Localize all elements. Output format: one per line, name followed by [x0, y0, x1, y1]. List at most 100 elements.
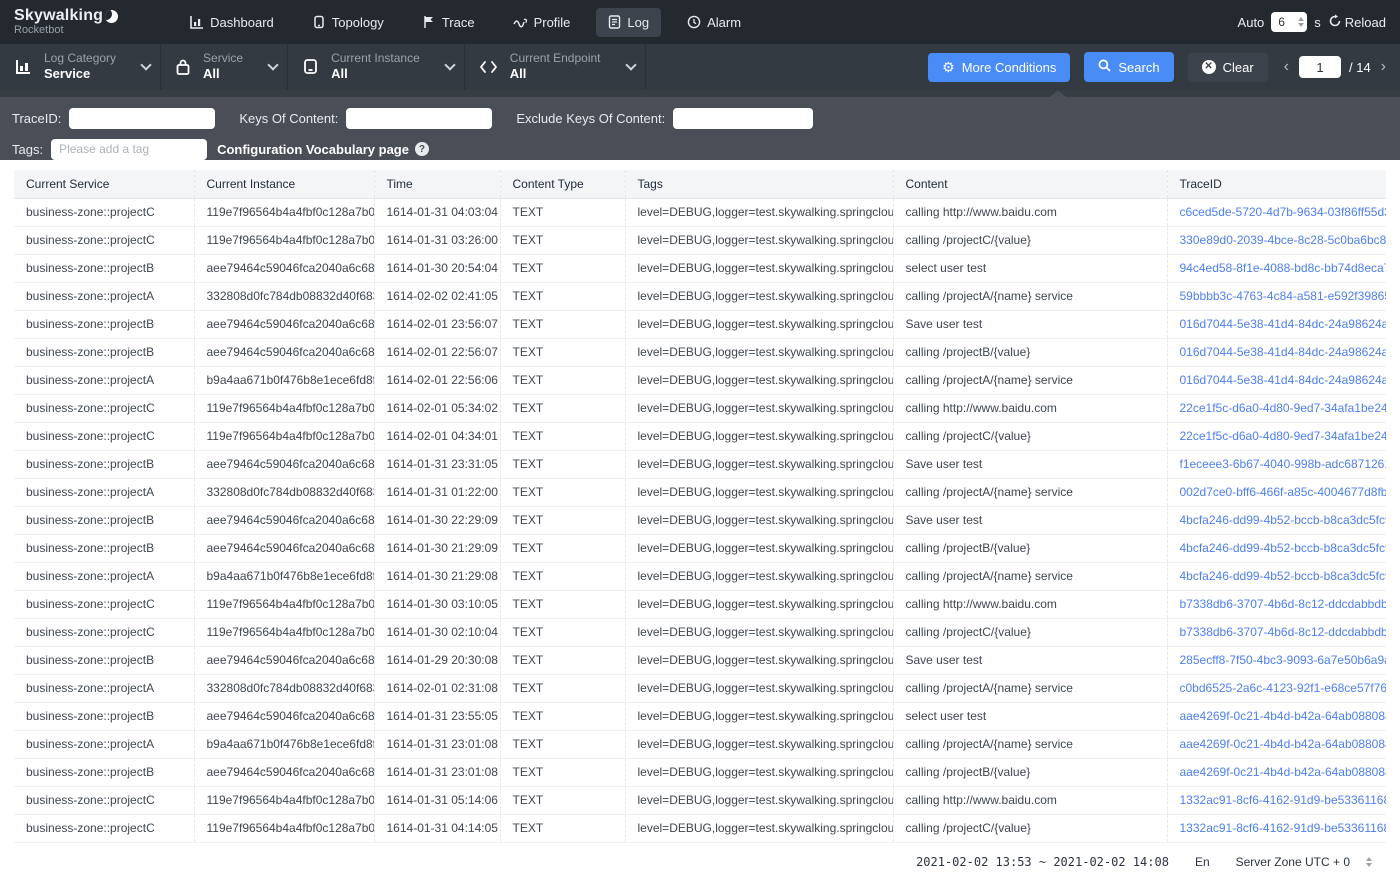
server-zone-control[interactable]: Server Zone UTC + 0 — [1236, 855, 1372, 869]
cell-tags: level=DEBUG,logger=test.skywalking.sprin… — [625, 394, 893, 422]
cell-trace-id[interactable]: 22ce1f5c-d6a0-4d80-9ed7-34afa1be2490 — [1167, 394, 1386, 422]
cell-trace-id[interactable]: f1eceee3-6b67-4040-998b-adc6871261c1 — [1167, 450, 1386, 478]
cell-time: 1614-02-01 22:56:06 — [374, 366, 500, 394]
cell-trace-id[interactable]: b7338db6-3707-4b6d-8c12-ddcdabbdb45a — [1167, 590, 1386, 618]
cell-trace-id[interactable]: 1332ac91-8cf6-4162-91d9-be53361168a9 — [1167, 786, 1386, 814]
nav-item-dashboard[interactable]: Dashboard — [178, 8, 286, 37]
column-header: Time — [374, 170, 500, 198]
cell-content-type: TEXT — [500, 786, 625, 814]
table-row[interactable]: business-zone::projectC119e7f96564b4a4fb… — [14, 226, 1386, 254]
nav-item-trace[interactable]: Trace — [410, 8, 487, 37]
reload-button[interactable]: Reload — [1328, 14, 1386, 31]
cell-content-type: TEXT — [500, 254, 625, 282]
exclude-keys-of-content-input[interactable] — [673, 108, 813, 129]
table-row[interactable]: business-zone::projectBaee79464c59046fca… — [14, 534, 1386, 562]
table-row[interactable]: business-zone::projectA332808d0fc784db08… — [14, 674, 1386, 702]
table-row[interactable]: business-zone::projectC119e7f96564b4a4fb… — [14, 422, 1386, 450]
trace-id-input[interactable] — [69, 108, 215, 129]
cell-content-type: TEXT — [500, 394, 625, 422]
cell-time: 1614-02-01 23:56:07 — [374, 310, 500, 338]
cell-trace-id[interactable]: 4bcfa246-dd99-4b52-bccb-b8ca3dc5fc94 — [1167, 534, 1386, 562]
cell-trace-id[interactable]: 4bcfa246-dd99-4b52-bccb-b8ca3dc5fc94 — [1167, 562, 1386, 590]
selector-label: Current Instance — [331, 51, 420, 66]
table-row[interactable]: business-zone::projectC119e7f96564b4a4fb… — [14, 394, 1386, 422]
cell-trace-id[interactable]: 330e89d0-2039-4bce-8c28-5c0ba6bc8ce7 — [1167, 226, 1386, 254]
server-zone-stepper[interactable] — [1366, 857, 1372, 867]
search-button[interactable]: Search — [1084, 52, 1173, 82]
table-row[interactable]: business-zone::projectC119e7f96564b4a4fb… — [14, 786, 1386, 814]
nav-item-profile[interactable]: Profile — [501, 8, 583, 37]
keys-of-content-input[interactable] — [346, 108, 492, 129]
cell-trace-id[interactable]: 59bbbb3c-4763-4c84-a581-e592f39865bd — [1167, 282, 1386, 310]
cell-trace-id[interactable]: 4bcfa246-dd99-4b52-bccb-b8ca3dc5fc94 — [1167, 506, 1386, 534]
cell-trace-id[interactable]: 94c4ed58-8f1e-4088-bd8c-bb74d8eca703 — [1167, 254, 1386, 282]
more-conditions-button[interactable]: ⚙ More Conditions — [928, 53, 1070, 82]
auto-interval-stepper[interactable] — [1298, 17, 1304, 27]
cell-trace-id[interactable]: 22ce1f5c-d6a0-4d80-9ed7-34afa1be2490 — [1167, 422, 1386, 450]
cell-trace-id[interactable]: 1332ac91-8cf6-4162-91d9-be53361168a9 — [1167, 814, 1386, 842]
cell-instance: 119e7f96564b4a4fbf0c128a7b0... — [194, 226, 374, 254]
cell-tags: level=DEBUG,logger=test.skywalking.sprin… — [625, 814, 893, 842]
table-row[interactable]: business-zone::projectC119e7f96564b4a4fb… — [14, 198, 1386, 226]
pagination: ‹ 1 / 14 › — [1282, 56, 1388, 78]
chevron-down-icon — [444, 59, 455, 70]
table-row[interactable]: business-zone::projectC119e7f96564b4a4fb… — [14, 618, 1386, 646]
nav-item-alarm[interactable]: Alarm — [675, 8, 753, 37]
help-icon[interactable]: ? — [415, 142, 429, 156]
cell-trace-id[interactable]: 016d7044-5e38-41d4-84dc-24a98624a30e — [1167, 310, 1386, 338]
cell-trace-id[interactable]: 016d7044-5e38-41d4-84dc-24a98624a30e — [1167, 366, 1386, 394]
table-row[interactable]: business-zone::projectBaee79464c59046fca… — [14, 506, 1386, 534]
cell-trace-id[interactable]: b7338db6-3707-4b6d-8c12-ddcdabbdb45a — [1167, 618, 1386, 646]
table-row[interactable]: business-zone::projectAb9a4aa671b0f476b8… — [14, 730, 1386, 758]
table-row[interactable]: business-zone::projectC119e7f96564b4a4fb… — [14, 590, 1386, 618]
selector-label: Current Endpoint — [510, 51, 601, 66]
auto-interval-input[interactable]: 6 — [1271, 12, 1307, 32]
table-row[interactable]: business-zone::projectBaee79464c59046fca… — [14, 646, 1386, 674]
table-row[interactable]: business-zone::projectAb9a4aa671b0f476b8… — [14, 366, 1386, 394]
language-switcher[interactable]: En — [1195, 855, 1210, 869]
time-range-picker[interactable]: 2021-02-02 13:53 ~ 2021-02-02 14:08 — [916, 855, 1169, 869]
nav-item-topology[interactable]: Topology — [300, 8, 396, 37]
cell-trace-id[interactable]: aae4269f-0c21-4b4d-b42a-64ab08808ac8 — [1167, 702, 1386, 730]
table-row[interactable]: business-zone::projectBaee79464c59046fca… — [14, 338, 1386, 366]
cell-content: select user test — [893, 702, 1167, 730]
tags-input[interactable] — [51, 139, 207, 160]
cell-content: Save user test — [893, 646, 1167, 674]
table-row[interactable]: business-zone::projectBaee79464c59046fca… — [14, 450, 1386, 478]
current-instance-selector[interactable]: Current Instance All — [288, 44, 465, 90]
cell-trace-id[interactable]: c0bd6525-2a6c-4123-92f1-e68ce57f767d — [1167, 674, 1386, 702]
cell-time: 1614-01-30 20:54:04 — [374, 254, 500, 282]
nav-item-label: Log — [627, 15, 649, 30]
prev-page-button[interactable]: ‹ — [1282, 58, 1291, 76]
table-row[interactable]: business-zone::projectAb9a4aa671b0f476b8… — [14, 562, 1386, 590]
current-endpoint-selector[interactable]: Current Endpoint All — [465, 44, 646, 90]
table-row[interactable]: business-zone::projectA332808d0fc784db08… — [14, 478, 1386, 506]
cell-trace-id[interactable]: aae4269f-0c21-4b4d-b42a-64ab08808ac8 — [1167, 758, 1386, 786]
selector-label: Log Category — [44, 51, 116, 66]
table-row[interactable]: business-zone::projectBaee79464c59046fca… — [14, 254, 1386, 282]
configuration-vocabulary-link[interactable]: Configuration Vocabulary page — [217, 142, 409, 157]
page-number-input[interactable]: 1 — [1299, 56, 1341, 78]
table-row[interactable]: business-zone::projectBaee79464c59046fca… — [14, 758, 1386, 786]
table-row[interactable]: business-zone::projectA332808d0fc784db08… — [14, 282, 1386, 310]
clear-button[interactable]: ✕ Clear — [1188, 53, 1268, 82]
cell-time: 1614-02-01 02:31:08 — [374, 674, 500, 702]
cell-trace-id[interactable]: aae4269f-0c21-4b4d-b42a-64ab08808ac8 — [1167, 730, 1386, 758]
cell-content-type: TEXT — [500, 590, 625, 618]
cell-content: Save user test — [893, 506, 1167, 534]
log-category-selector[interactable]: Log Category Service — [0, 44, 161, 90]
logo-subtitle: Rocketbot — [14, 25, 118, 37]
cell-service: business-zone::projectB — [14, 310, 194, 338]
cell-instance: 119e7f96564b4a4fbf0c128a7b0... — [194, 814, 374, 842]
cell-trace-id[interactable]: 002d7ce0-bff6-466f-a85c-4004677d8fbf — [1167, 478, 1386, 506]
next-page-button[interactable]: › — [1379, 58, 1388, 76]
table-row[interactable]: business-zone::projectBaee79464c59046fca… — [14, 702, 1386, 730]
table-row[interactable]: business-zone::projectBaee79464c59046fca… — [14, 310, 1386, 338]
cell-time: 1614-01-31 05:14:06 — [374, 786, 500, 814]
service-selector[interactable]: Service All — [161, 44, 288, 90]
cell-trace-id[interactable]: 285ecff8-7f50-4bc3-9093-6a7e50b6a9a3 — [1167, 646, 1386, 674]
cell-trace-id[interactable]: 016d7044-5e38-41d4-84dc-24a98624a30e — [1167, 338, 1386, 366]
cell-trace-id[interactable]: c6ced5de-5720-4d7b-9634-03f86ff55d30 — [1167, 198, 1386, 226]
table-row[interactable]: business-zone::projectC119e7f96564b4a4fb… — [14, 814, 1386, 842]
nav-item-log[interactable]: Log — [596, 8, 661, 37]
